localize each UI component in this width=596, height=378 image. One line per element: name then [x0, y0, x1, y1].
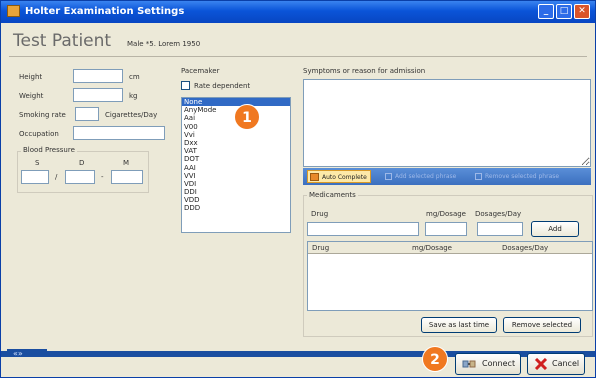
symptoms-textarea[interactable]	[303, 79, 591, 167]
weight-label: Weight	[19, 92, 44, 100]
bp-separator-slash: /	[55, 173, 58, 181]
title-bar[interactable]: Holter Examination Settings _ □ ✕	[1, 1, 595, 23]
patient-info: Male *5. Lorem 1950	[127, 40, 201, 48]
height-unit: cm	[129, 73, 140, 81]
smoking-label: Smoking rate	[19, 111, 66, 119]
close-button[interactable]: ✕	[574, 4, 590, 19]
cancel-button[interactable]: Cancel	[527, 353, 585, 375]
pacemaker-mode-item[interactable]: None	[182, 98, 290, 107]
maximize-button[interactable]: □	[556, 4, 572, 19]
drug-label: Drug	[311, 210, 329, 218]
pacemaker-mode-item[interactable]: AAI	[182, 164, 290, 172]
pacemaker-mode-item[interactable]: Vvi	[182, 131, 290, 139]
remove-selected-phrase-label: Remove selected phrase	[485, 173, 560, 180]
connect-button[interactable]: Connect	[455, 353, 521, 375]
column-per-day[interactable]: Dosages/Day	[502, 244, 548, 252]
dosages-per-day-input[interactable]	[477, 222, 523, 236]
patient-header: Test Patient Male *5. Lorem 1950	[9, 31, 587, 57]
bp-mean-input[interactable]	[111, 170, 143, 184]
medications-table[interactable]: Drug mg/Dosage Dosages/Day	[307, 241, 593, 311]
weight-input[interactable]	[73, 88, 123, 102]
rate-dependent-checkbox[interactable]	[181, 81, 190, 90]
symptoms-title: Symptoms or reason for admission	[303, 67, 426, 75]
bp-d-label: D	[79, 159, 85, 167]
bp-separator-dash: -	[101, 173, 104, 181]
pacemaker-mode-item[interactable]: VDI	[182, 180, 290, 188]
pacemaker-mode-item[interactable]: VAT	[182, 147, 290, 155]
minimize-button[interactable]: _	[538, 4, 554, 19]
blood-pressure-title: Blood Pressure	[21, 146, 77, 154]
add-selected-phrase-label: Add selected phrase	[395, 173, 457, 180]
pacemaker-title: Pacemaker	[181, 67, 220, 75]
dosage-label: mg/Dosage	[426, 210, 466, 218]
bp-diastolic-input[interactable]	[65, 170, 95, 184]
phrase-toolbar: Auto Complete Add selected phrase Remove…	[303, 168, 591, 185]
remove-selected-phrase-button[interactable]: Remove selected phrase	[475, 170, 559, 183]
bp-m-label: M	[123, 159, 130, 167]
smoking-input[interactable]	[75, 107, 99, 121]
add-phrase-icon	[385, 173, 392, 180]
auto-complete-icon	[310, 173, 319, 181]
occupation-label: Occupation	[19, 130, 59, 138]
pacemaker-mode-item[interactable]: DDD	[182, 204, 290, 212]
medications-title: Medicaments	[307, 191, 358, 199]
add-medication-button[interactable]: Add	[531, 221, 579, 237]
rate-dependent-label: Rate dependent	[194, 82, 251, 90]
height-label: Height	[19, 73, 43, 81]
drug-input[interactable]	[307, 222, 419, 236]
save-as-last-time-button[interactable]: Save as last time	[421, 317, 497, 333]
occupation-input[interactable]	[73, 126, 165, 140]
weight-unit: kg	[129, 92, 138, 100]
dosages-per-day-label: Dosages/Day	[475, 210, 522, 218]
pacemaker-mode-item[interactable]: DDI	[182, 188, 290, 196]
remove-selected-button[interactable]: Remove selected	[503, 317, 581, 333]
auto-complete-button[interactable]: Auto Complete	[307, 170, 371, 183]
dosage-input[interactable]	[425, 222, 467, 236]
column-dosage[interactable]: mg/Dosage	[412, 244, 452, 252]
callout-badge-1: 1	[234, 104, 260, 130]
window-title: Holter Examination Settings	[25, 6, 185, 17]
pacemaker-mode-item[interactable]: VVI	[182, 172, 290, 180]
pacemaker-mode-item[interactable]: VDD	[182, 196, 290, 204]
height-input[interactable]	[73, 69, 123, 83]
cancel-label: Cancel	[552, 359, 580, 368]
connect-label: Connect	[482, 359, 516, 368]
bp-systolic-input[interactable]	[21, 170, 49, 184]
callout-badge-2: 2	[422, 346, 448, 372]
connect-icon	[462, 360, 476, 368]
patient-name: Test Patient	[13, 31, 112, 51]
remove-phrase-icon	[475, 173, 482, 180]
holter-settings-window: Holter Examination Settings _ □ ✕ Test P…	[0, 0, 596, 378]
add-selected-phrase-button[interactable]: Add selected phrase	[385, 170, 456, 183]
app-icon	[7, 5, 20, 17]
column-drug[interactable]: Drug	[312, 244, 329, 252]
pacemaker-mode-item[interactable]: DOT	[182, 155, 290, 163]
pacemaker-mode-item[interactable]: Dxx	[182, 139, 290, 147]
cancel-icon	[534, 358, 548, 370]
auto-complete-label: Auto Complete	[322, 174, 367, 181]
smoking-unit: Cigarettes/Day	[105, 111, 158, 119]
bp-s-label: S	[35, 159, 40, 167]
medications-table-header: Drug mg/Dosage Dosages/Day	[308, 242, 592, 254]
